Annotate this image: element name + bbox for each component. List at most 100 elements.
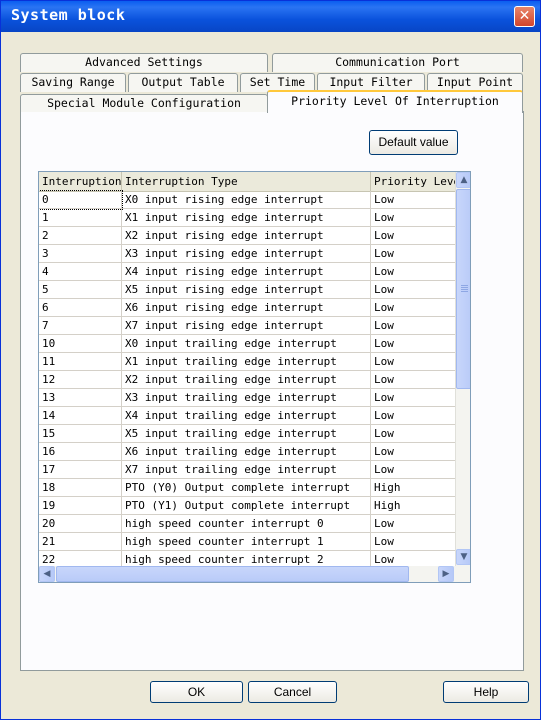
cell-interruption: 15 <box>39 425 122 443</box>
tab-special-module-configuration[interactable]: Special Module Configuration <box>20 94 268 112</box>
table-row[interactable]: 3 X3 input rising edge interrupt Low <box>39 245 456 263</box>
cell-priority-level: High <box>371 497 456 515</box>
cell-priority-level: Low <box>371 371 456 389</box>
cell-priority-level: Low <box>371 443 456 461</box>
cell-interruption-type: X7 input rising edge interrupt <box>122 317 371 335</box>
table-row[interactable]: 1 X1 input rising edge interrupt Low <box>39 209 456 227</box>
scroll-up-icon[interactable]: ▲ <box>456 172 470 188</box>
cell-interruption-type: X0 input trailing edge interrupt <box>122 335 371 353</box>
cell-interruption-type: X4 input trailing edge interrupt <box>122 407 371 425</box>
table-row[interactable]: 6 X6 input rising edge interrupt Low <box>39 299 456 317</box>
table-row[interactable]: 19 PTO (Y1) Output complete interrupt High <box>39 497 456 515</box>
cell-interruption: 18 <box>39 479 122 497</box>
cell-interruption: 2 <box>39 227 122 245</box>
cell-priority-level: Low <box>371 299 456 317</box>
cell-interruption-type: high speed counter interrupt 0 <box>122 515 371 533</box>
table-row[interactable]: 17 X7 input trailing edge interrupt Low <box>39 461 456 479</box>
table-header: Interruption Interruption Type Priority … <box>39 172 456 192</box>
cell-interruption-type: PTO (Y1) Output complete interrupt <box>122 497 371 515</box>
table-row[interactable]: 2 X2 input rising edge interrupt Low <box>39 227 456 245</box>
table-row[interactable]: 0 X0 input rising edge interrupt Low <box>39 190 456 210</box>
cell-interruption: 16 <box>39 443 122 461</box>
column-header-interruption-type[interactable]: Interruption Type <box>122 172 371 191</box>
cell-priority-level: Low <box>371 227 456 245</box>
table-row[interactable]: 13 X3 input trailing edge interrupt Low <box>39 389 456 407</box>
cell-interruption: 3 <box>39 245 122 263</box>
table-row[interactable]: 18 PTO (Y0) Output complete interrupt High <box>39 479 456 497</box>
table-row[interactable]: 15 X5 input trailing edge interrupt Low <box>39 425 456 443</box>
cell-priority-level: Low <box>371 317 456 335</box>
table-row[interactable]: 10 X0 input trailing edge interrupt Low <box>39 335 456 353</box>
tab-output-table[interactable]: Output Table <box>128 73 238 92</box>
tab-saving-range[interactable]: Saving Range <box>20 73 126 92</box>
cell-interruption-type: high speed counter interrupt 1 <box>122 533 371 551</box>
cell-interruption-type: X5 input trailing edge interrupt <box>122 425 371 443</box>
tab-advanced-settings[interactable]: Advanced Settings <box>20 53 268 72</box>
horizontal-scrollbar[interactable]: ◀ ▶ <box>39 566 470 582</box>
cell-interruption-type: X1 input trailing edge interrupt <box>122 353 371 371</box>
table-row[interactable]: 7 X7 input rising edge interrupt Low <box>39 317 456 335</box>
horizontal-scroll-thumb[interactable] <box>56 566 409 582</box>
cell-interruption: 7 <box>39 317 122 335</box>
ok-button[interactable]: OK <box>150 681 243 703</box>
cell-priority-level: Low <box>371 263 456 281</box>
cell-interruption-type: X6 input trailing edge interrupt <box>122 443 371 461</box>
cell-interruption: 14 <box>39 407 122 425</box>
cell-interruption-type: X7 input trailing edge interrupt <box>122 461 371 479</box>
cell-interruption: 19 <box>39 497 122 515</box>
cell-interruption-type: PTO (Y0) Output complete interrupt <box>122 479 371 497</box>
cell-interruption: 6 <box>39 299 122 317</box>
cell-interruption: 20 <box>39 515 122 533</box>
cell-priority-level: Low <box>371 407 456 425</box>
table-row[interactable]: 21 high speed counter interrupt 1 Low <box>39 533 456 551</box>
cell-interruption: 10 <box>39 335 122 353</box>
cell-interruption-type: X3 input rising edge interrupt <box>122 245 371 263</box>
cell-interruption-type: X5 input rising edge interrupt <box>122 281 371 299</box>
vertical-scrollbar[interactable]: ▲ ▼ <box>455 172 470 566</box>
cell-interruption: 13 <box>39 389 122 407</box>
table-row[interactable]: 16 X6 input trailing edge interrupt Low <box>39 443 456 461</box>
cell-interruption-type: X2 input trailing edge interrupt <box>122 371 371 389</box>
close-icon[interactable]: ✕ <box>514 6 535 27</box>
table-row[interactable]: 14 X4 input trailing edge interrupt Low <box>39 407 456 425</box>
cell-priority-level: Low <box>371 389 456 407</box>
cell-interruption-type: X6 input rising edge interrupt <box>122 299 371 317</box>
cell-priority-level: Low <box>371 533 456 551</box>
title-bar: System block ✕ <box>1 1 540 32</box>
tab-priority-level-of-interruption[interactable]: Priority Level Of Interruption <box>267 90 523 113</box>
cell-priority-level: Low <box>371 209 456 227</box>
cell-priority-level: Low <box>371 191 456 209</box>
column-header-interruption[interactable]: Interruption <box>39 172 122 191</box>
scroll-down-icon[interactable]: ▼ <box>456 549 470 565</box>
cell-priority-level: Low <box>371 353 456 371</box>
vertical-scroll-thumb[interactable] <box>456 189 470 389</box>
cell-interruption: 5 <box>39 281 122 299</box>
cell-priority-level: Low <box>371 515 456 533</box>
tab-communication-port[interactable]: Communication Port <box>272 53 523 72</box>
cell-priority-level: Low <box>371 335 456 353</box>
table-row[interactable]: 11 X1 input trailing edge interrupt Low <box>39 353 456 371</box>
cell-interruption: 0 <box>39 190 123 210</box>
window-title: System block <box>11 6 126 24</box>
cell-interruption: 17 <box>39 461 122 479</box>
help-button[interactable]: Help <box>443 681 529 703</box>
table-row[interactable]: 5 X5 input rising edge interrupt Low <box>39 281 456 299</box>
table-row[interactable]: 4 X4 input rising edge interrupt Low <box>39 263 456 281</box>
column-header-priority-level[interactable]: Priority Level <box>371 172 456 191</box>
cell-interruption-type: X3 input trailing edge interrupt <box>122 389 371 407</box>
table-row[interactable]: 12 X2 input trailing edge interrupt Low <box>39 371 456 389</box>
system-block-dialog: System block ✕ Advanced Settings Communi… <box>0 0 541 720</box>
scroll-right-icon[interactable]: ▶ <box>438 566 454 582</box>
interruption-table[interactable]: Interruption Interruption Type Priority … <box>38 171 471 583</box>
cell-interruption: 1 <box>39 209 122 227</box>
cell-interruption: 12 <box>39 371 122 389</box>
scroll-left-icon[interactable]: ◀ <box>39 566 55 582</box>
table-row[interactable]: 20 high speed counter interrupt 0 Low <box>39 515 456 533</box>
cell-interruption-type: X0 input rising edge interrupt <box>122 191 371 209</box>
cancel-button[interactable]: Cancel <box>248 681 337 703</box>
cell-priority-level: Low <box>371 281 456 299</box>
default-value-button[interactable]: Default value <box>369 130 458 155</box>
cell-interruption-type: X2 input rising edge interrupt <box>122 227 371 245</box>
cell-interruption: 4 <box>39 263 122 281</box>
cell-priority-level: Low <box>371 245 456 263</box>
